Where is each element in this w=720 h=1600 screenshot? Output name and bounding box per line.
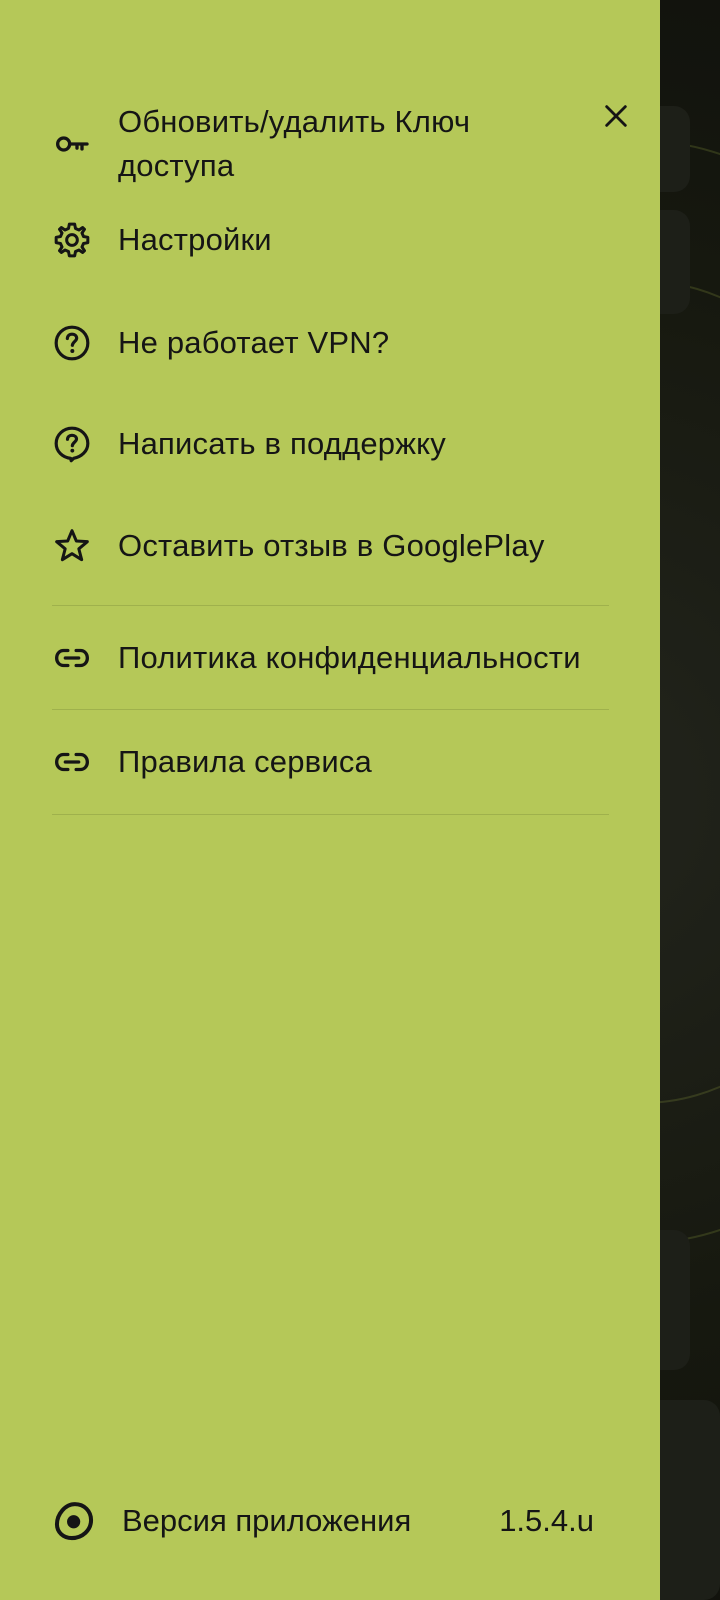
app-version-value: 1.5.4.u	[499, 1503, 594, 1538]
help-circle-icon	[52, 323, 92, 363]
menu-item-access-key[interactable]: Обновить/удалить Ключ доступа	[52, 100, 612, 188]
menu-item-label: Настройки	[118, 222, 272, 257]
menu-item-support[interactable]: Написать в поддержку	[52, 424, 612, 466]
menu-item-label: Написать в поддержку	[118, 426, 446, 461]
link-icon	[52, 638, 92, 678]
menu-item-settings[interactable]: Настройки	[52, 220, 612, 262]
menu-item-label: Политика конфиденциальности	[118, 640, 581, 675]
link-icon	[52, 742, 92, 782]
menu-item-label: Правила сервиса	[118, 744, 372, 779]
menu-item-rate-app[interactable]: Оставить отзыв в GooglePlay	[52, 526, 612, 568]
menu-item-terms[interactable]: Правила сервиса	[52, 742, 612, 784]
menu-item-label: Обновить/удалить Ключ доступа	[118, 104, 471, 183]
menu-item-privacy-policy[interactable]: Политика конфиденциальности	[52, 638, 612, 680]
menu-item-label: Не работает VPN?	[118, 325, 390, 360]
navigation-drawer: Обновить/удалить Ключ доступа Настройки …	[0, 0, 660, 1600]
star-icon	[52, 526, 92, 566]
divider	[52, 605, 609, 606]
menu-item-label: Оставить отзыв в GooglePlay	[118, 528, 545, 563]
divider	[52, 709, 609, 710]
key-icon	[52, 124, 92, 164]
app-logo-icon	[52, 1499, 96, 1543]
menu-item-vpn-help[interactable]: Не работает VPN?	[52, 323, 612, 365]
app-version-label: Версия приложения	[122, 1503, 412, 1538]
support-chat-icon	[52, 424, 92, 464]
app-version-row: Версия приложения 1.5.4.u	[52, 1494, 612, 1548]
divider	[52, 814, 609, 815]
gear-icon	[52, 220, 92, 260]
